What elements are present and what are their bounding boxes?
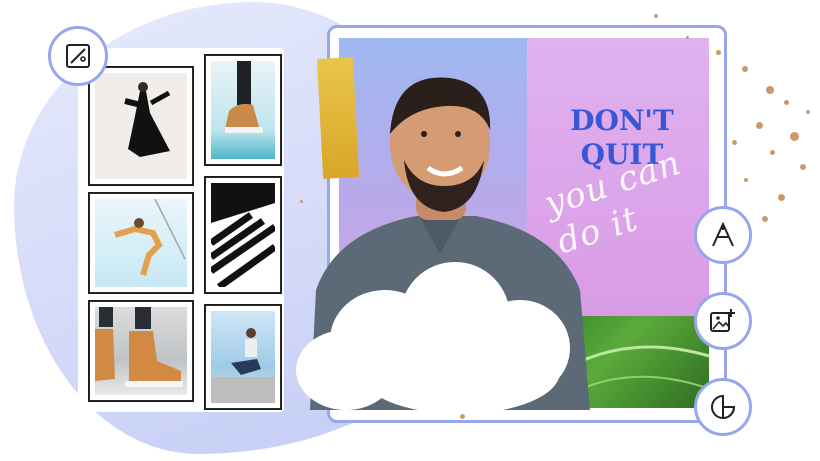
photo-boots[interactable]: [88, 300, 194, 402]
text-tool-button[interactable]: [694, 206, 752, 264]
photo-dancer[interactable]: [88, 66, 194, 186]
image-edit-icon: [66, 44, 90, 68]
photo-sneakers-pool[interactable]: [204, 54, 282, 166]
add-image-button[interactable]: [694, 292, 752, 350]
sticker-button[interactable]: [694, 378, 752, 436]
text-tool-icon: [712, 222, 734, 247]
sticker-icon: [711, 394, 736, 420]
photo-stripes[interactable]: [204, 176, 282, 294]
photo-sitting-man[interactable]: [204, 304, 282, 410]
headline-line-1: DON'T: [570, 104, 674, 137]
photo-jumper[interactable]: [88, 192, 194, 294]
add-image-icon: [710, 309, 735, 332]
image-edit-button[interactable]: [48, 26, 108, 86]
